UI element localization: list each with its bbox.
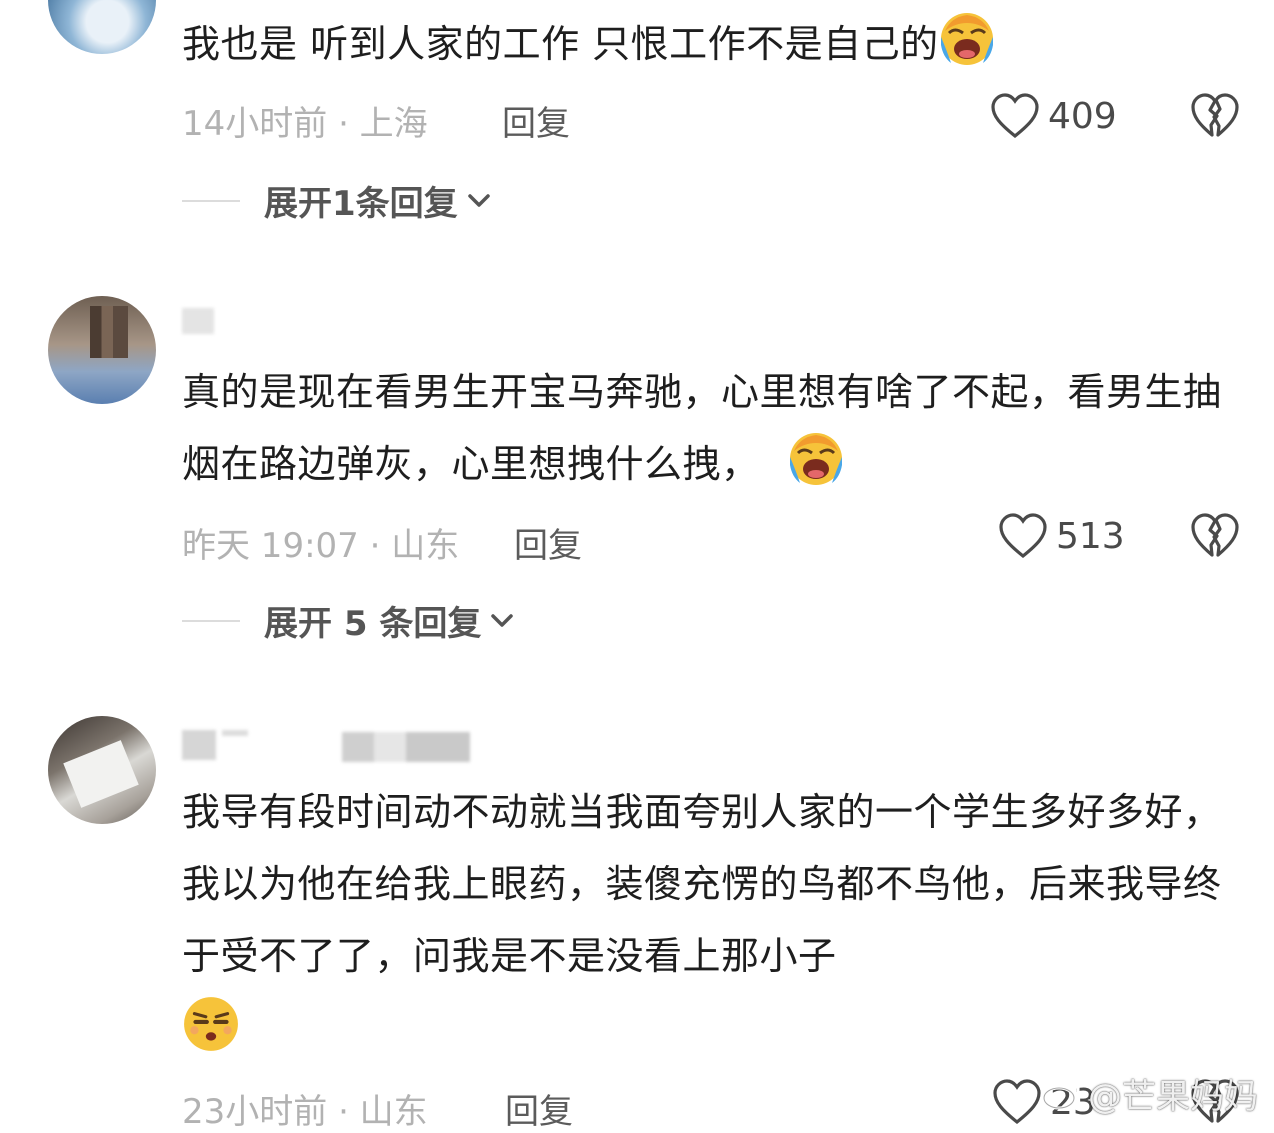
divider-line	[182, 199, 240, 202]
weibo-logo-icon	[1042, 1079, 1080, 1109]
reply-button[interactable]: 回复	[514, 518, 582, 567]
comment-text: 我导有段时间动不动就当我面夸别人家的一个学生多好多好，我以为他在给我上眼药，装傻…	[182, 776, 1242, 1064]
comment-meta: 23小时前 · 山东	[182, 1092, 428, 1132]
broken-heart-icon	[1191, 93, 1239, 137]
unamused-face-emoji-icon	[184, 997, 238, 1051]
comment-item: 我导有段时间动不动就当我面夸别人家的一个学生多好多好，我以为他在给我上眼药，装傻…	[0, 716, 1274, 1133]
comment-text: 真的是现在看男生开宝马奔驰，心里想有啥了不起，看男生抽烟在路边弹灰，心里想拽什么…	[182, 370, 1222, 486]
dislike-button[interactable]	[1190, 92, 1240, 140]
divider-line	[182, 619, 240, 622]
expand-replies-label: 展开 5 条回复	[264, 604, 482, 644]
chevron-down-icon	[467, 193, 490, 207]
heart-icon	[993, 1079, 1041, 1125]
comment-text: 我也是 听到人家的工作 只恨工作不是自己的	[182, 8, 1242, 80]
like-button[interactable]: 513	[998, 512, 1125, 560]
avatar[interactable]	[48, 296, 156, 404]
broken-heart-icon	[1191, 513, 1239, 557]
like-count: 513	[1056, 515, 1125, 557]
chevron-down-icon	[491, 613, 514, 627]
heart-icon	[991, 93, 1039, 139]
avatar[interactable]	[48, 0, 156, 54]
comment-meta: 昨天 19:07 · 山东	[182, 526, 460, 566]
laughing-crying-emoji-icon	[789, 433, 842, 485]
reply-button[interactable]: 回复	[505, 1084, 573, 1133]
comment-item: 我也是 听到人家的工作 只恨工作不是自己的 14小时前 · 上海 回复 409 …	[0, 0, 1274, 240]
expand-replies-label: 展开1条回复	[264, 184, 458, 224]
watermark: @芒果妈妈	[1042, 1069, 1258, 1118]
expand-replies[interactable]: 展开 5 条回复	[182, 596, 515, 645]
like-count: 409	[1048, 95, 1117, 137]
heart-icon	[999, 513, 1047, 559]
dislike-button[interactable]	[1190, 512, 1240, 560]
avatar[interactable]	[48, 716, 156, 824]
laughing-crying-emoji-icon	[940, 13, 993, 65]
comment-meta: 14小时前 · 上海	[182, 104, 428, 144]
like-button[interactable]: 409	[990, 92, 1117, 140]
reply-button[interactable]: 回复	[502, 96, 570, 145]
comment-item: 真的是现在看男生开宝马奔驰，心里想有啥了不起，看男生抽烟在路边弹灰，心里想拽什么…	[0, 296, 1274, 656]
expand-replies[interactable]: 展开1条回复	[182, 176, 492, 225]
watermark-text: @芒果妈妈	[1088, 1077, 1258, 1117]
